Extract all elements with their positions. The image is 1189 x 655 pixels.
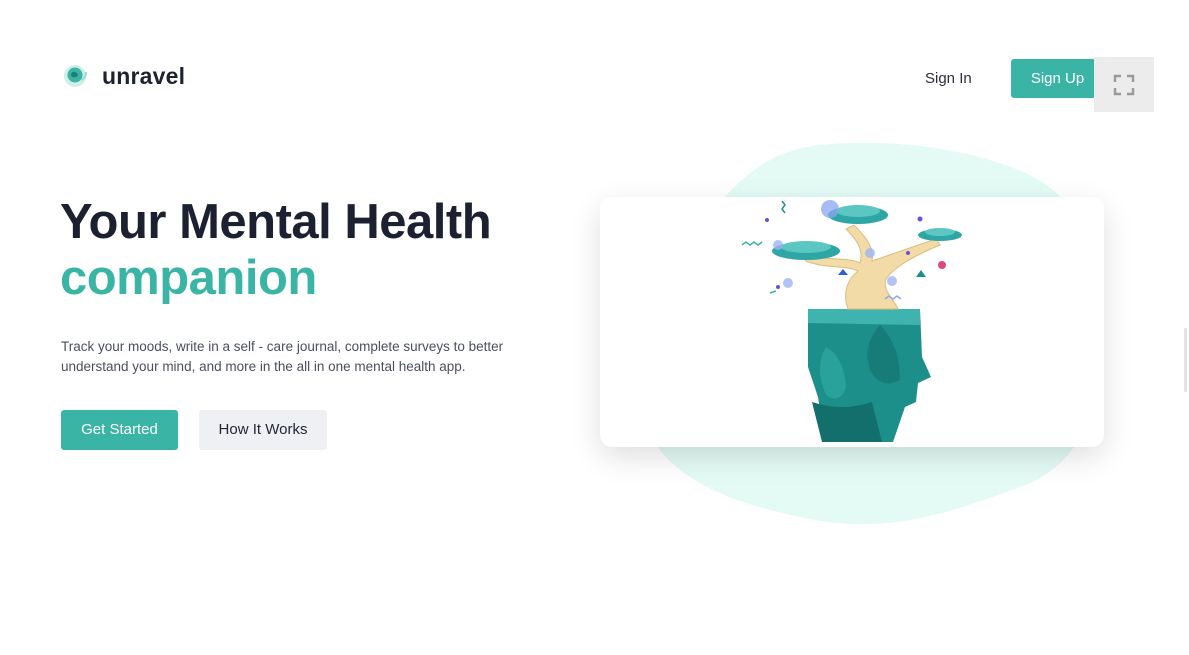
sign-in-link[interactable]: Sign In bbox=[912, 66, 985, 92]
hero-subtitle: companion bbox=[60, 251, 317, 305]
hero-description: Track your moods, write in a self - care… bbox=[61, 339, 504, 374]
scrollbar-thumb[interactable] bbox=[1184, 328, 1187, 392]
sign-up-button[interactable]: Sign Up bbox=[1011, 59, 1104, 98]
fullscreen-icon bbox=[1113, 74, 1135, 95]
brand-logo[interactable]: unravel bbox=[62, 62, 185, 90]
tree-head-illustration bbox=[741, 200, 962, 442]
get-started-button[interactable]: Get Started bbox=[61, 410, 178, 450]
brain-head-icon bbox=[64, 65, 87, 87]
how-it-works-button[interactable]: How It Works bbox=[199, 410, 327, 450]
brand-name: unravel bbox=[102, 62, 186, 89]
hero-image-card bbox=[600, 197, 1104, 447]
fullscreen-button[interactable] bbox=[1094, 57, 1154, 112]
hero-title: Your Mental Health bbox=[60, 195, 492, 249]
